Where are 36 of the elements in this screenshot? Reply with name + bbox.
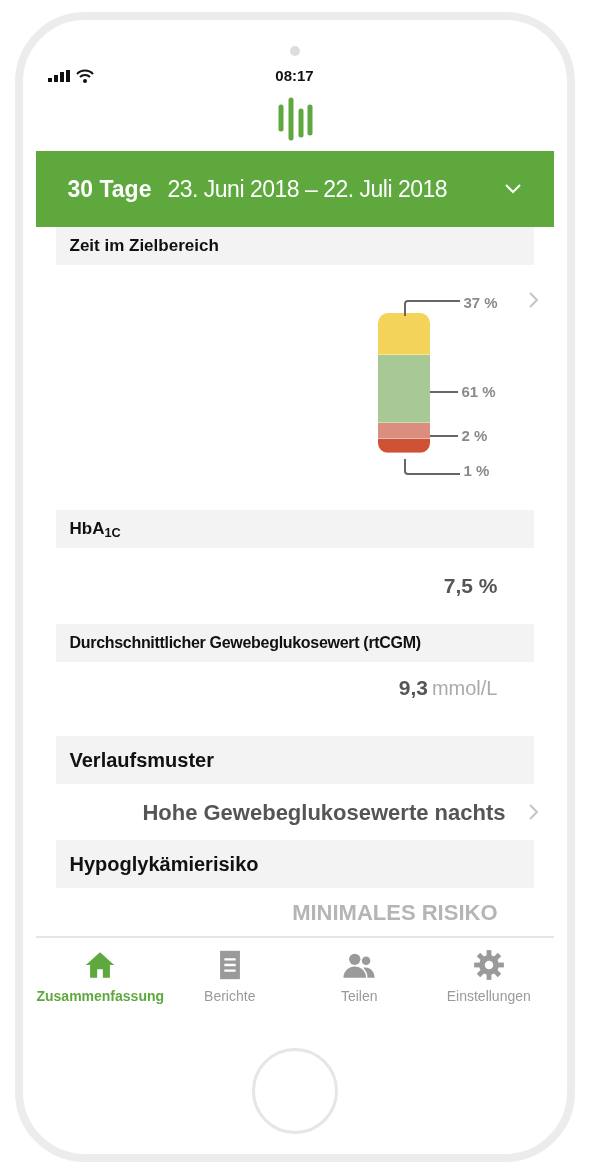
glucose-value: 9,3 [398,675,428,702]
period-bar[interactable]: 30 Tage 23. Juni 2018 – 22. Juli 2018 [35,151,554,227]
glucose-unit: mmol/L [431,676,498,701]
app-logo-icon [276,96,313,141]
section-title: Durchschnittlicher Gewebeglukosewert (rtCGM) [69,633,421,653]
chevron-right-icon [527,291,540,309]
section-title: Zeit im Zielbereich [69,235,219,258]
nav-tab[interactable]: Teilen [296,948,422,1007]
status-time: 08:17 [275,65,314,86]
leader-line [429,391,458,394]
percent-label: 37 % [463,293,498,314]
leader-line [403,300,460,316]
chevron-down-icon [503,183,522,195]
percent-label: 2 % [461,426,488,446]
signal-icon [47,70,70,82]
nav-tab[interactable]: Berichte [167,948,293,1007]
nav-tab[interactable]: Einstellungen [426,948,552,1007]
percent-label: 61 % [461,382,496,402]
home-button[interactable] [251,1048,338,1134]
period-days: 30 Tage [67,171,152,207]
pattern-row[interactable]: Hohe Gewebeglukosewerte nachts [35,784,554,840]
hba1c-value: 7,5 % [443,573,498,600]
section-title: HbA$_{1C}$ [69,518,121,542]
pattern-value: Hohe Gewebeglukosewerte nachts [142,798,506,827]
percent-label: 1 % [463,461,490,482]
chevron-right-icon [527,803,540,821]
risk-value: MINIMALES RISIKO [292,898,498,927]
leader-line [403,459,460,475]
period-range: 23. Juni 2018 – 22. Juli 2018 [167,174,448,204]
section-title: Verlaufsmuster [69,748,214,773]
settings-icon [471,948,506,982]
wifi-icon [75,69,94,83]
nav-tab[interactable]: Zusammenfassung [37,948,163,1007]
section-title: Hypoglykämierisiko [69,852,259,877]
phone-camera [289,46,300,56]
leader-line [429,435,458,438]
